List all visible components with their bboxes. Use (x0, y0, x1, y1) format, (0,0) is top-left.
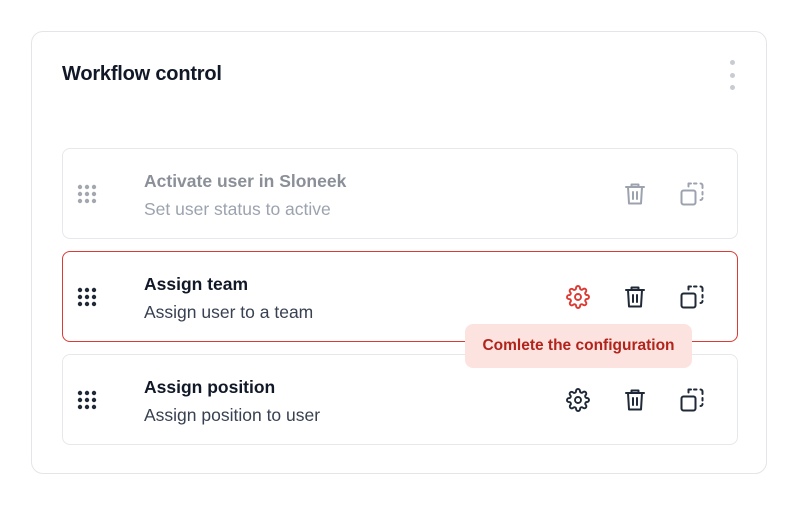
duplicate-step-button[interactable] (678, 180, 706, 208)
duplicate-step-button[interactable] (678, 386, 706, 414)
copy-icon (680, 285, 704, 309)
step-subtitle: Set user status to active (144, 199, 331, 219)
drag-handle-icon[interactable] (76, 389, 98, 411)
more-options-icon[interactable] (726, 60, 738, 90)
delete-step-button[interactable] (621, 386, 649, 414)
workflow-control-card: Workflow control Activate user in Slonee… (31, 31, 767, 474)
workflow-step-activate-user[interactable]: Activate user in Sloneek Set user status… (62, 148, 738, 239)
drag-handle-icon[interactable] (76, 286, 98, 308)
trash-icon (625, 183, 645, 205)
trash-icon (625, 286, 645, 308)
step-subtitle: Assign user to a team (144, 302, 314, 322)
trash-icon (625, 389, 645, 411)
step-subtitle: Assign position to user (144, 405, 321, 425)
drag-handle-icon[interactable] (76, 183, 98, 205)
step-title: Activate user in Sloneek (144, 171, 347, 191)
configure-step-button[interactable] (564, 386, 592, 414)
configure-step-button[interactable] (564, 283, 592, 311)
copy-icon (680, 182, 704, 206)
step-title: Assign team (144, 274, 249, 294)
duplicate-step-button[interactable] (678, 283, 706, 311)
card-title: Workflow control (62, 63, 222, 85)
gear-icon (566, 388, 590, 412)
configuration-error-tooltip: Comlete the configuration (465, 324, 692, 368)
copy-icon (680, 388, 704, 412)
delete-step-button[interactable] (621, 180, 649, 208)
gear-icon (566, 285, 590, 309)
delete-step-button[interactable] (621, 283, 649, 311)
step-title: Assign position (144, 377, 276, 397)
